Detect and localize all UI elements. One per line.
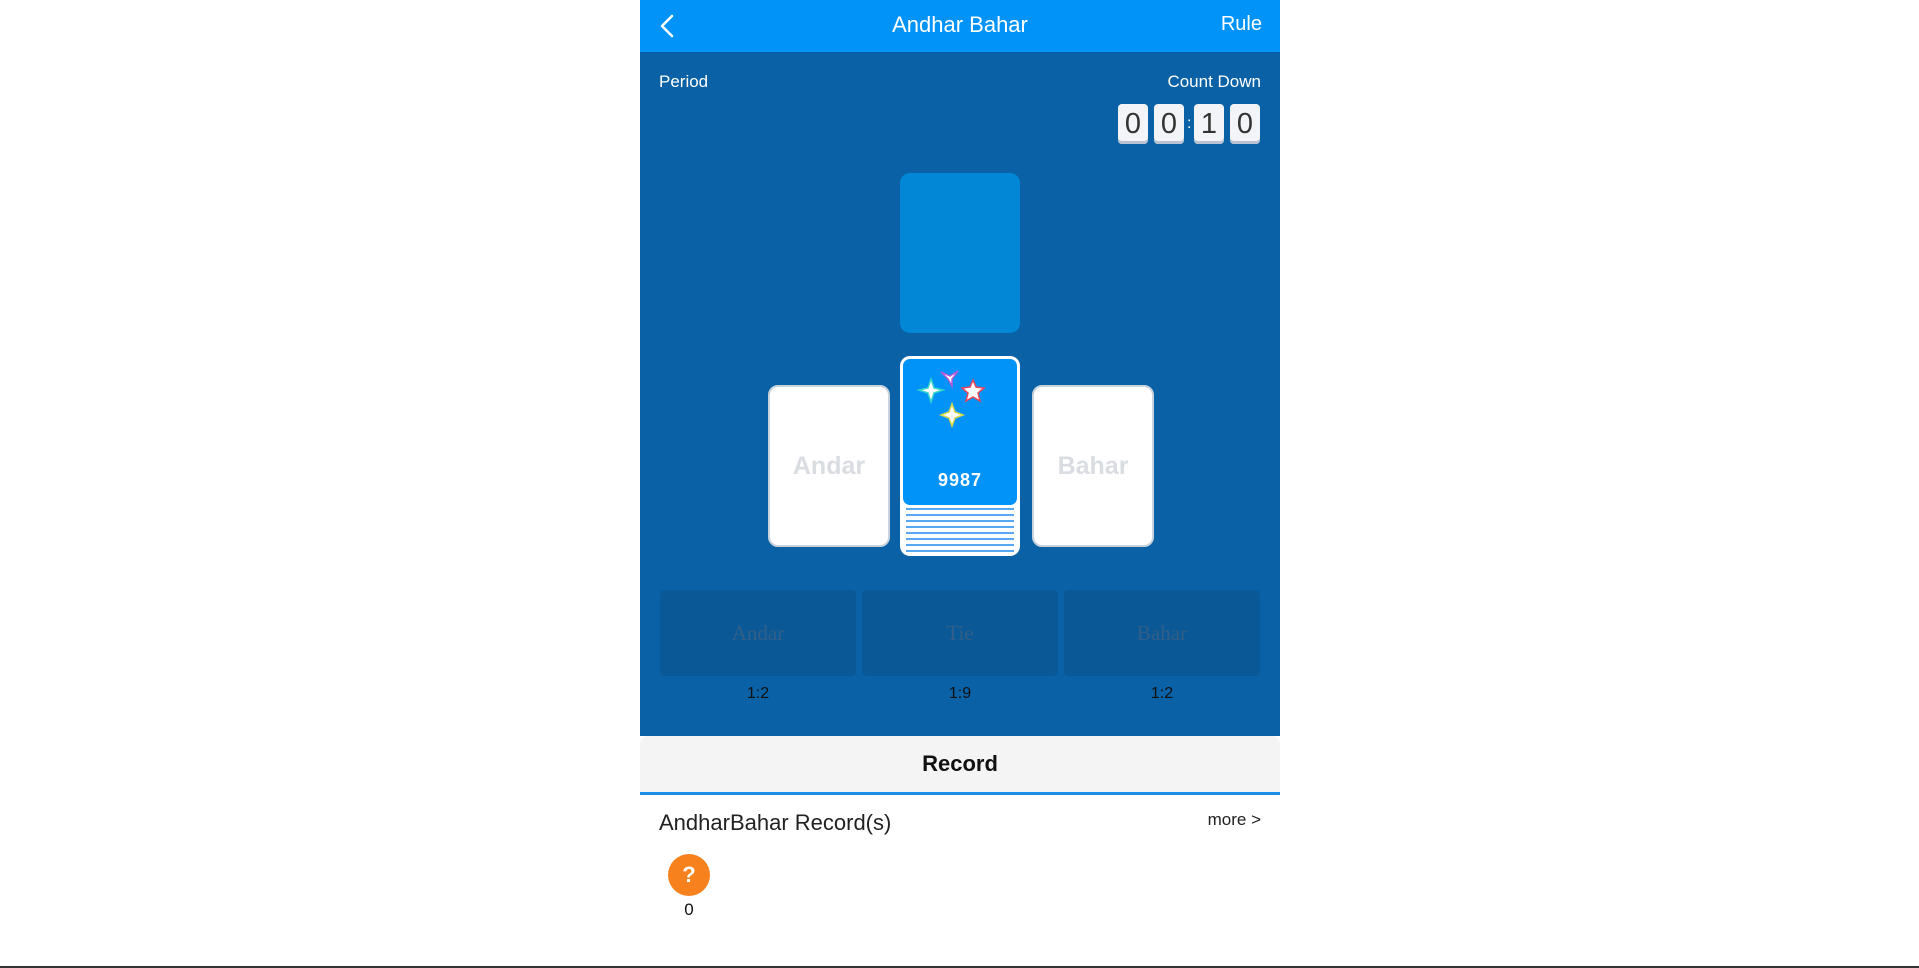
countdown-digit: 0 xyxy=(1230,104,1260,144)
deck-count: 9987 xyxy=(937,470,983,490)
more-link[interactable]: more > xyxy=(1208,810,1261,830)
andar-card: Andar xyxy=(768,385,890,547)
sparkle-stars-icon xyxy=(916,370,986,429)
bet-tie-button[interactable]: Tie xyxy=(862,590,1058,676)
card-deck: 9987 xyxy=(900,356,1020,560)
odds-tie: 1:9 xyxy=(948,685,972,702)
bet-options: Andar Tie Bahar xyxy=(660,590,1260,676)
bet-odds: 1:2 1:9 1:2 xyxy=(660,685,1260,703)
bet-andar-button[interactable]: Andar xyxy=(660,590,856,676)
rule-button[interactable]: Rule xyxy=(1221,13,1262,36)
tab-record[interactable]: Record xyxy=(640,736,1280,795)
odds-andar: 1:2 xyxy=(746,685,770,702)
countdown-separator: : xyxy=(1187,115,1192,132)
page-title: Andhar Bahar xyxy=(892,12,1028,37)
bet-bahar-button[interactable]: Bahar xyxy=(1064,590,1260,676)
game-app: Andhar Bahar Rule Period Count Down 0 0 … xyxy=(640,0,1280,966)
top-bar: Andhar Bahar Rule xyxy=(640,0,1280,52)
odds-bahar: 1:2 xyxy=(1150,685,1174,702)
joker-card-slot xyxy=(900,173,1020,333)
countdown-label: Count Down xyxy=(1167,72,1261,91)
game-board: Period Count Down 0 0 : 1 0 Andar Bahar xyxy=(640,52,1280,736)
deck-top-card: 9987 xyxy=(900,356,1020,508)
record-item: ? 0 xyxy=(668,854,710,920)
countdown-digit: 0 xyxy=(1118,104,1148,144)
bahar-card: Bahar xyxy=(1032,385,1154,547)
record-number: 0 xyxy=(684,900,694,919)
record-badge: ? xyxy=(668,854,710,896)
countdown-digit: 0 xyxy=(1154,104,1184,144)
period-label: Period xyxy=(659,72,709,91)
countdown-timer: 0 0 : 1 0 xyxy=(1112,104,1260,144)
record-section-title: AndharBahar Record(s) xyxy=(659,810,892,835)
countdown-digit: 1 xyxy=(1194,104,1224,144)
